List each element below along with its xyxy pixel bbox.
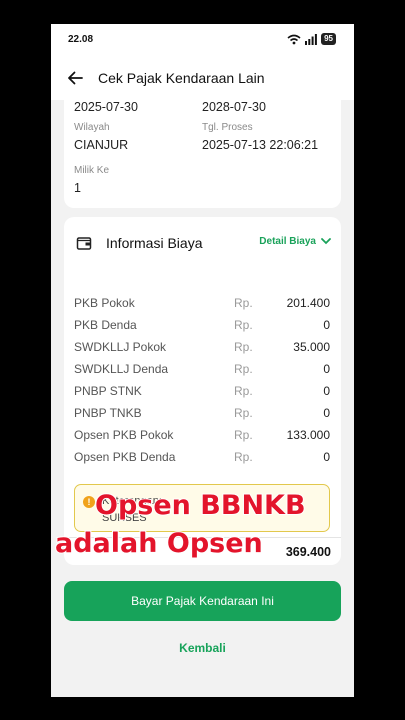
wilayah-field: Wilayah CIANJUR [74, 122, 128, 152]
wilayah-value: CIANJUR [74, 138, 129, 152]
fee-currency: Rp. [234, 296, 253, 310]
fee-row: SWDKLLJ Denda Rp. 0 [74, 359, 330, 379]
fee-currency: Rp. [234, 340, 253, 354]
fee-row: SWDKLLJ Pokok Rp. 35.000 [74, 337, 330, 357]
total-amount: 369.400 [285, 545, 331, 559]
fee-amount: 35.000 [293, 340, 330, 354]
app-bar: Cek Pajak Kendaraan Lain [51, 56, 354, 100]
detail-biaya-label: Detail Biaya [259, 236, 316, 247]
fee-amount: 0 [323, 318, 330, 332]
date-end: 2028-07-30 [202, 100, 266, 114]
tgl-proses-label: Tgl. Proses [202, 122, 253, 133]
status-time: 22.08 [68, 34, 94, 45]
tgl-proses-field: Tgl. Proses 2025-07-13 22:06:21 [202, 122, 318, 152]
fee-amount: 0 [323, 450, 330, 464]
fee-amount: 0 [323, 384, 330, 398]
fee-name: SWDKLLJ Denda [74, 362, 169, 376]
fee-name: Opsen PKB Pokok [74, 428, 174, 442]
fee-name: PNBP STNK [74, 384, 142, 398]
fee-row: Opsen PKB Pokok Rp. 133.000 [74, 425, 330, 445]
fee-currency: Rp. [234, 450, 253, 464]
wifi-icon [287, 34, 301, 44]
milik-label: Milik Ke [74, 165, 110, 176]
fee-row: PNBP TNKB Rp. 0 [74, 403, 330, 423]
caption-line-1: Opsen BBNKB [94, 489, 307, 522]
fee-amount: 133.000 [286, 428, 330, 442]
detail-biaya-toggle[interactable]: Detail Biaya [259, 236, 331, 247]
wallet-icon [76, 237, 92, 250]
fee-amount: 0 [323, 406, 330, 420]
fee-amount: 0 [323, 362, 330, 376]
fee-currency: Rp. [234, 428, 253, 442]
caption-line-2: adalah Opsen [54, 527, 264, 560]
back-link[interactable]: Kembali [51, 641, 354, 655]
wilayah-label: Wilayah [74, 122, 110, 133]
back-arrow-icon[interactable] [67, 70, 83, 86]
phone-screen: 22.08 95 Cek Pajak Kendaraan Lain 2025-0… [51, 24, 354, 697]
fee-name: PKB Denda [74, 318, 137, 332]
status-icons: 95 [287, 33, 336, 45]
tgl-proses-value: 2025-07-13 22:06:21 [202, 138, 319, 152]
fee-currency: Rp. [234, 362, 253, 376]
fee-name: SWDKLLJ Pokok [74, 340, 167, 354]
fee-row: Opsen PKB Denda Rp. 0 [74, 447, 330, 467]
signal-icon [305, 33, 317, 45]
fee-currency: Rp. [234, 384, 253, 398]
vehicle-info-card: 2025-07-30 2028-07-30 Wilayah CIANJUR Tg… [64, 100, 341, 208]
fee-name: Opsen PKB Denda [74, 450, 176, 464]
pay-tax-button[interactable]: Bayar Pajak Kendaraan Ini [64, 581, 341, 621]
fee-row: PNBP STNK Rp. 0 [74, 381, 330, 401]
info-icon: ! [83, 496, 95, 508]
fee-name: PKB Pokok [74, 296, 135, 310]
fee-amount: 201.400 [286, 296, 330, 310]
biaya-title: Informasi Biaya [106, 235, 203, 251]
fee-currency: Rp. [234, 318, 253, 332]
date-start: 2025-07-30 [74, 100, 138, 114]
fee-row: PKB Pokok Rp. 201.400 [74, 293, 330, 313]
status-bar: 22.08 95 [51, 24, 354, 56]
fee-name: PNBP TNKB [74, 406, 142, 420]
fee-row: PKB Denda Rp. 0 [74, 315, 330, 335]
milik-field: Milik Ke 1 [74, 165, 109, 195]
page-title: Cek Pajak Kendaraan Lain [98, 70, 265, 86]
battery-icon: 95 [321, 33, 336, 45]
chevron-down-icon [321, 238, 331, 245]
milik-value: 1 [74, 181, 81, 195]
fee-currency: Rp. [234, 406, 253, 420]
